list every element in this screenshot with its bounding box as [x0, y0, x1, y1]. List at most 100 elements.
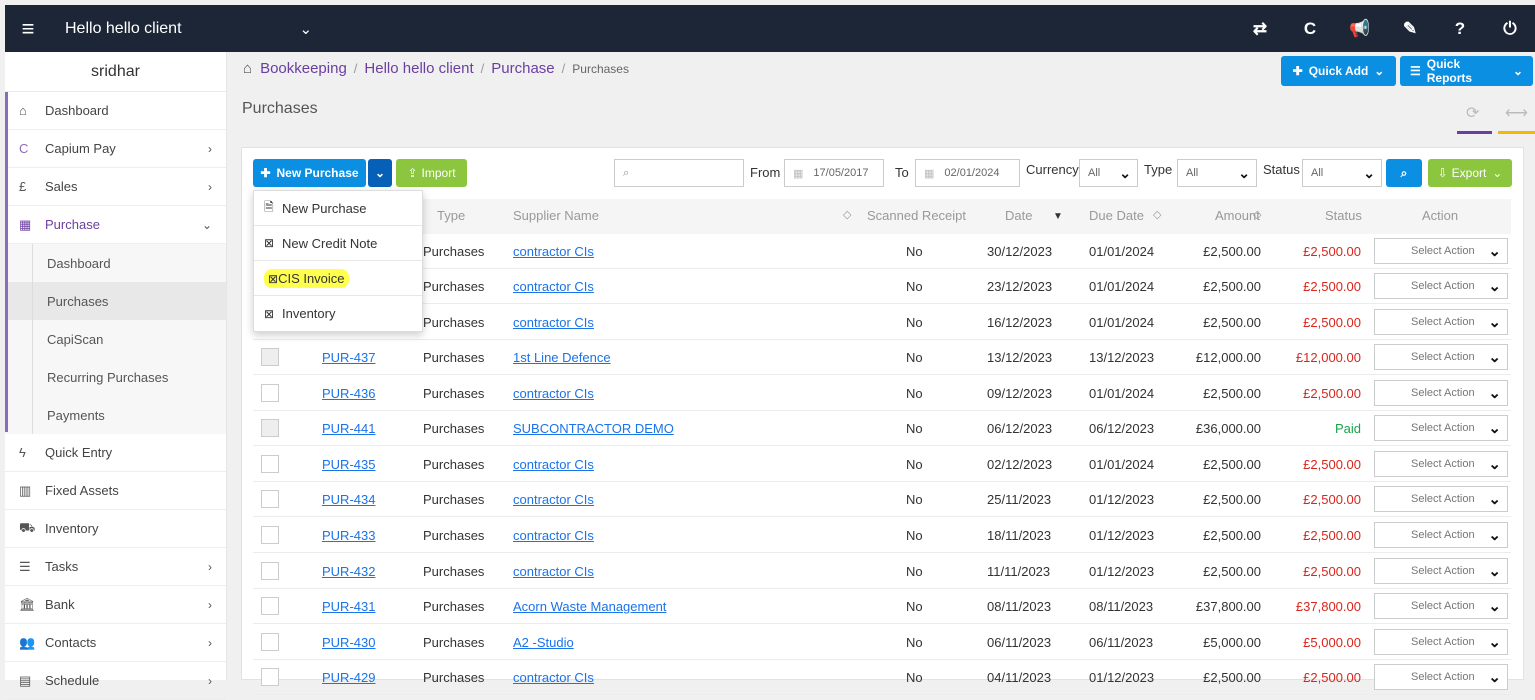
sort-icon[interactable]: ◇	[1153, 208, 1161, 221]
action-select[interactable]: Select Action ⌄	[1374, 344, 1508, 370]
column-header-supplier[interactable]: Supplier Name	[513, 208, 599, 223]
column-header-status[interactable]: Status	[1325, 208, 1362, 223]
export-button[interactable]: ⇩ Export ⌄	[1428, 159, 1512, 187]
row-checkbox[interactable]	[261, 490, 279, 508]
action-select[interactable]: Select Action ⌄	[1374, 486, 1508, 512]
purchase-ref-link[interactable]: PUR-433	[322, 528, 375, 543]
sidebar-item-fixed-assets[interactable]: ▥ Fixed Assets	[5, 472, 226, 510]
menu-item-new-purchase[interactable]: 🗎 New Purchase	[254, 191, 422, 226]
supplier-link[interactable]: contractor CIs	[513, 279, 594, 294]
supplier-link[interactable]: contractor CIs	[513, 457, 594, 472]
purchase-ref-link[interactable]: PUR-434	[322, 492, 375, 507]
purchase-ref-link[interactable]: PUR-431	[322, 599, 375, 614]
purchase-ref-link[interactable]: PUR-435	[322, 457, 375, 472]
sidebar-item-sales[interactable]: £ Sales ›	[5, 168, 226, 206]
supplier-link[interactable]: contractor CIs	[513, 670, 594, 685]
action-select[interactable]: Select Action ⌄	[1374, 415, 1508, 441]
action-select[interactable]: Select Action ⌄	[1374, 558, 1508, 584]
supplier-link[interactable]: contractor CIs	[513, 315, 594, 330]
sort-desc-icon[interactable]: ▼	[1053, 211, 1063, 222]
column-header-date[interactable]: Date	[1005, 208, 1032, 223]
quick-reports-button[interactable]: ☰ Quick Reports ⌄	[1400, 56, 1533, 86]
search-input[interactable]: ⌕	[614, 159, 744, 187]
action-select[interactable]: Select Action ⌄	[1374, 380, 1508, 406]
action-select[interactable]: Select Action ⌄	[1374, 238, 1508, 264]
menu-item-cis-invoice[interactable]: ⊠CIS Invoice	[254, 261, 422, 296]
purchase-ref-link[interactable]: PUR-437	[322, 350, 375, 365]
capium-icon[interactable]: C	[1285, 19, 1335, 39]
supplier-link[interactable]: contractor CIs	[513, 492, 594, 507]
row-checkbox[interactable]	[261, 562, 279, 580]
supplier-link[interactable]: 1st Line Defence	[513, 350, 611, 365]
sidebar-sub-dashboard[interactable]: Dashboard	[5, 244, 226, 282]
sidebar-item-bank[interactable]: 🏛 Bank ›	[5, 586, 226, 624]
row-checkbox[interactable]	[261, 526, 279, 544]
breadcrumb-bookkeeping[interactable]: Bookkeeping	[260, 60, 347, 77]
new-purchase-button[interactable]: ✚ New Purchase	[253, 159, 366, 187]
action-select[interactable]: Select Action ⌄	[1374, 273, 1508, 299]
sidebar-item-schedule[interactable]: ▤ Schedule ›	[5, 662, 226, 700]
supplier-link[interactable]: Acorn Waste Management	[513, 599, 666, 614]
from-date-input[interactable]: ▦ 17/05/2017	[784, 159, 884, 187]
sidebar-sub-recurring-purchases[interactable]: Recurring Purchases	[5, 358, 226, 396]
column-header-type[interactable]: Type	[437, 208, 465, 223]
import-button[interactable]: ⇪ Import	[396, 159, 467, 187]
purchase-ref-link[interactable]: PUR-432	[322, 564, 375, 579]
help-icon[interactable]: ?	[1435, 19, 1485, 39]
sidebar-item-capium-pay[interactable]: C Capium Pay ›	[5, 130, 226, 168]
type-select[interactable]: All ⌄	[1177, 159, 1257, 187]
sidebar-sub-capiscan[interactable]: CapiScan	[5, 320, 226, 358]
sidebar-item-inventory[interactable]: ⛟ Inventory	[5, 510, 226, 548]
breadcrumb-purchase[interactable]: Purchase	[491, 60, 554, 77]
purchase-ref-link[interactable]: PUR-430	[322, 635, 375, 650]
menu-item-new-credit-note[interactable]: ⊠ New Credit Note	[254, 226, 422, 261]
quick-add-button[interactable]: ✚ Quick Add ⌄	[1281, 56, 1396, 86]
supplier-link[interactable]: contractor CIs	[513, 528, 594, 543]
sidebar-item-quick-entry[interactable]: ϟ Quick Entry	[5, 434, 226, 472]
sidebar-item-contacts[interactable]: 👥 Contacts ›	[5, 624, 226, 662]
action-select[interactable]: Select Action ⌄	[1374, 629, 1508, 655]
row-checkbox[interactable]	[261, 633, 279, 651]
supplier-link[interactable]: A2 -Studio	[513, 635, 574, 650]
transfer-icon[interactable]: ⇄	[1235, 19, 1285, 39]
action-select[interactable]: Select Action ⌄	[1374, 593, 1508, 619]
search-button[interactable]: ⌕	[1386, 159, 1422, 187]
row-checkbox[interactable]	[261, 348, 279, 366]
row-checkbox[interactable]	[261, 668, 279, 686]
purchase-ref-link[interactable]: PUR-429	[322, 670, 375, 685]
purchase-ref-link[interactable]: PUR-441	[322, 421, 375, 436]
sidebar-item-dashboard[interactable]: ⌂ Dashboard	[5, 92, 226, 130]
breadcrumb-client[interactable]: Hello hello client	[364, 60, 473, 77]
currency-select[interactable]: All ⌄	[1079, 159, 1138, 187]
new-purchase-dropdown-toggle[interactable]: ⌄	[368, 159, 392, 187]
sort-icon[interactable]: ◇	[843, 208, 851, 221]
supplier-link[interactable]: contractor CIs	[513, 386, 594, 401]
hamburger-menu-icon[interactable]: ≡	[5, 5, 51, 52]
action-select[interactable]: Select Action ⌄	[1374, 309, 1508, 335]
supplier-link[interactable]: SUBCONTRACTOR DEMO	[513, 421, 674, 436]
row-checkbox[interactable]	[261, 384, 279, 402]
home-icon[interactable]: ⌂	[243, 60, 252, 77]
row-checkbox[interactable]	[261, 597, 279, 615]
row-checkbox[interactable]	[261, 455, 279, 473]
action-select[interactable]: Select Action ⌄	[1374, 664, 1508, 690]
menu-item-inventory[interactable]: ⊠ Inventory	[254, 296, 422, 331]
client-switch-chevron-icon[interactable]: ⌄	[300, 20, 313, 38]
sidebar-sub-purchases[interactable]: Purchases	[5, 282, 226, 320]
sidebar-sub-payments[interactable]: Payments	[5, 396, 226, 434]
action-select[interactable]: Select Action ⌄	[1374, 451, 1508, 477]
power-icon[interactable]: ⏻	[1485, 19, 1535, 39]
sidebar-item-tasks[interactable]: ☰ Tasks ›	[5, 548, 226, 586]
row-checkbox[interactable]	[261, 419, 279, 437]
purchase-ref-link[interactable]: PUR-436	[322, 386, 375, 401]
status-select[interactable]: All ⌄	[1302, 159, 1382, 187]
sort-icon[interactable]: ◇	[1253, 208, 1261, 221]
action-select[interactable]: Select Action ⌄	[1374, 522, 1508, 548]
sidebar-item-purchase[interactable]: ▦ Purchase ⌄	[5, 206, 226, 244]
megaphone-icon[interactable]: 📢	[1335, 19, 1385, 39]
supplier-link[interactable]: contractor CIs	[513, 564, 594, 579]
column-header-scanned-receipt[interactable]: Scanned Receipt	[867, 208, 966, 223]
supplier-link[interactable]: contractor CIs	[513, 244, 594, 259]
column-header-due-date[interactable]: Due Date	[1089, 208, 1144, 223]
refresh-icon[interactable]: ⟳	[1466, 103, 1479, 123]
